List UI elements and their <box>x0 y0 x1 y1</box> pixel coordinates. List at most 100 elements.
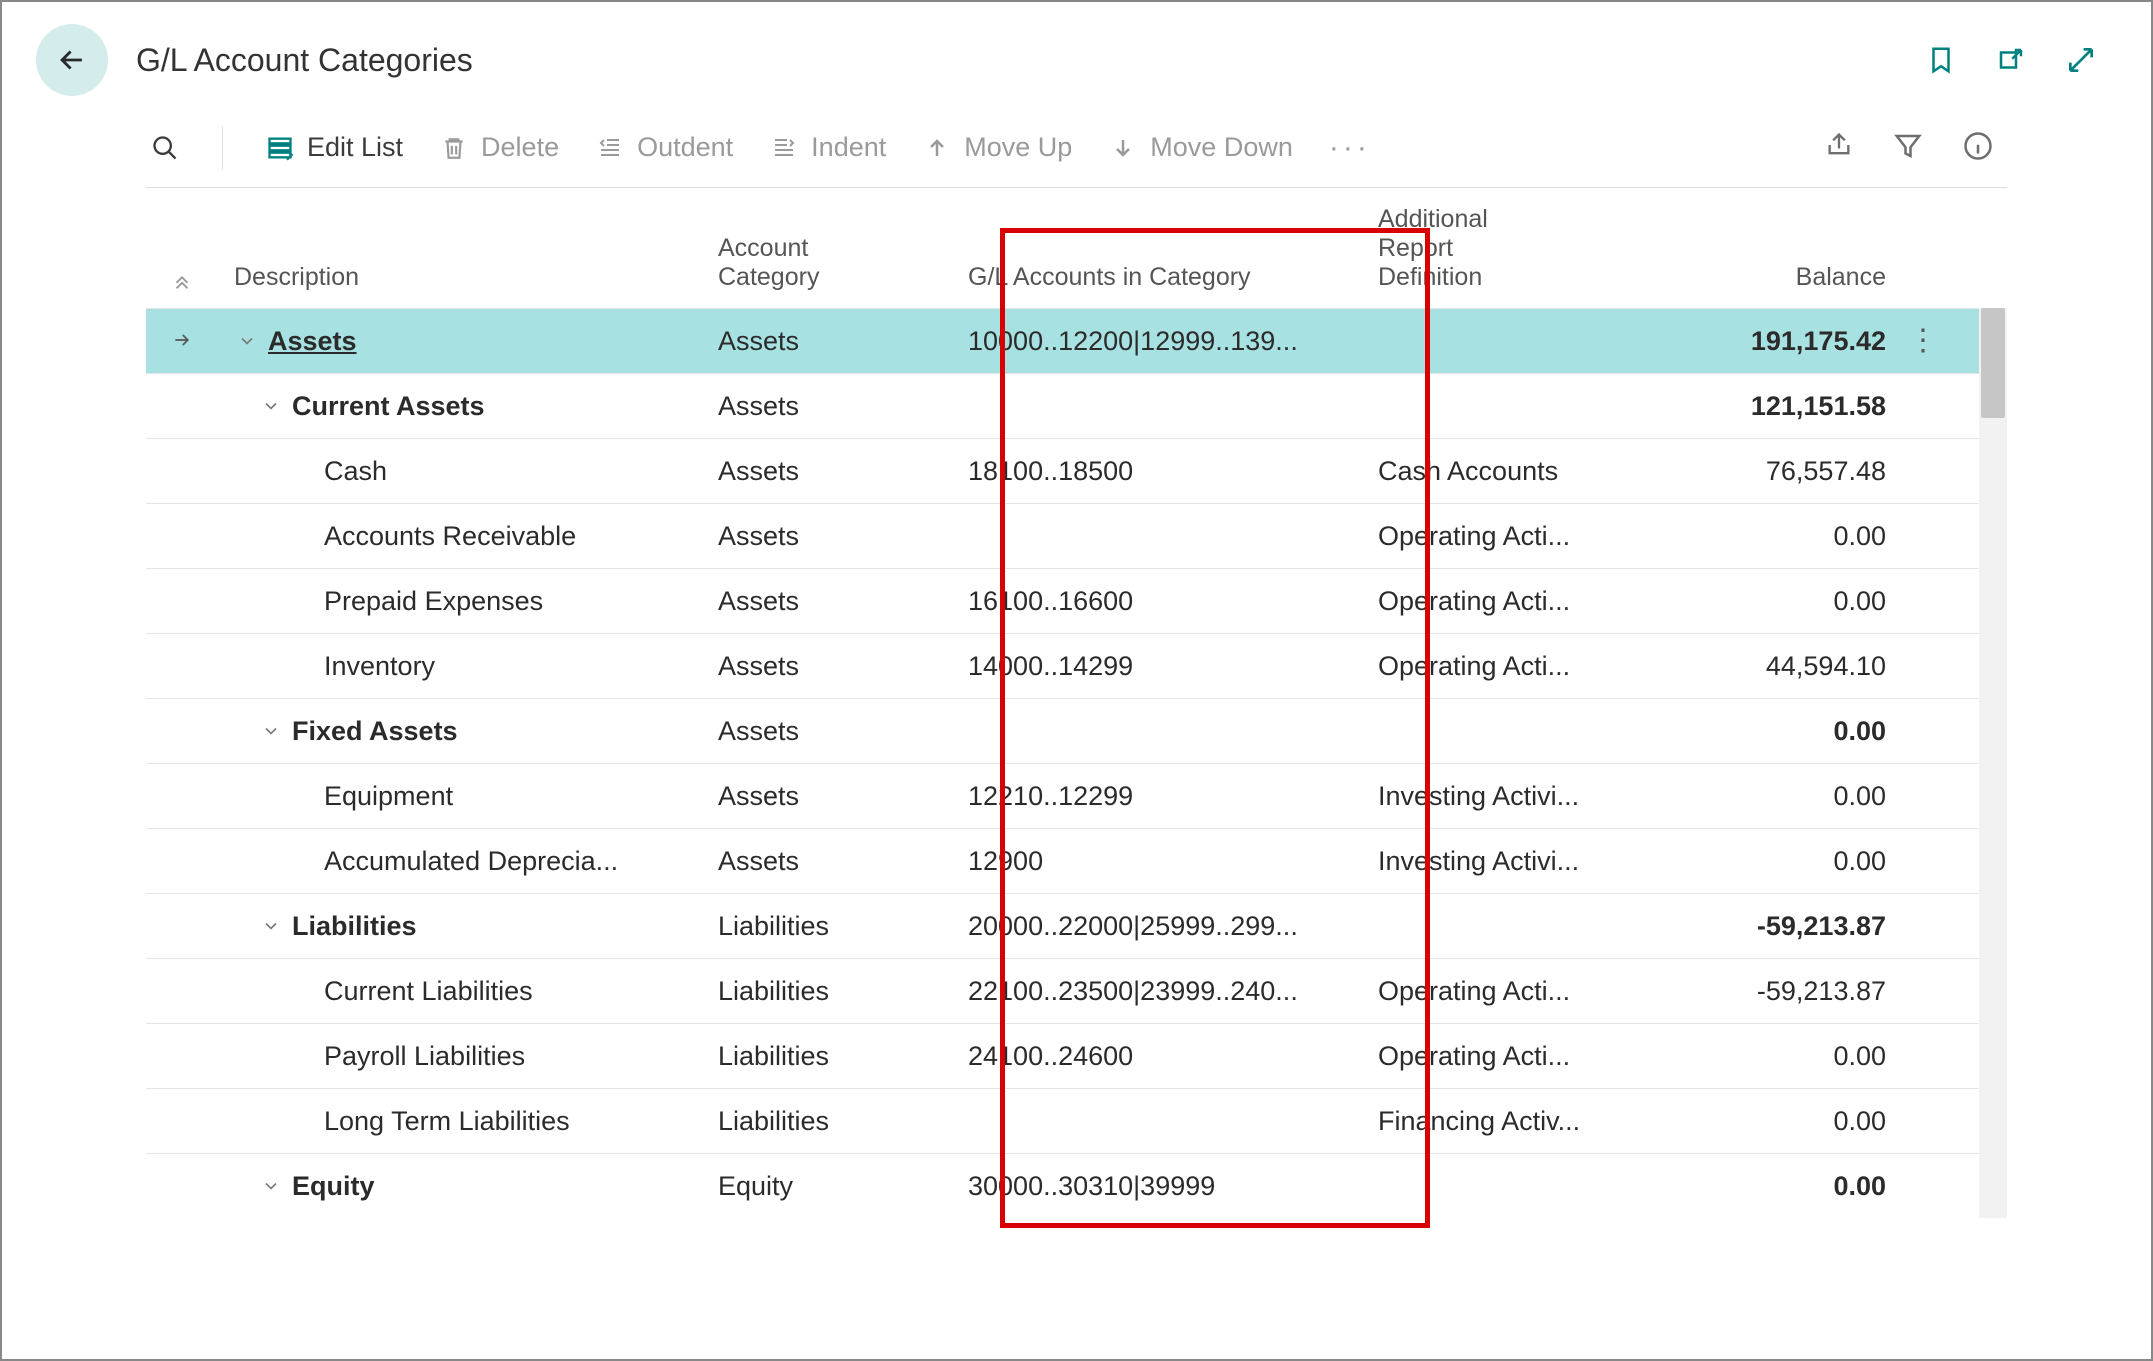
row-description: Liabilities <box>292 911 417 942</box>
row-balance: 0.00 <box>1638 1171 1898 1202</box>
table-row[interactable]: Payroll LiabilitiesLiabilities24100..246… <box>146 1023 1979 1088</box>
bookmark-button[interactable] <box>1923 42 1959 78</box>
row-description: Cash <box>324 456 387 487</box>
info-button[interactable] <box>1963 131 1997 165</box>
outdent-button[interactable]: Outdent <box>591 126 737 169</box>
popout-button[interactable] <box>1993 42 2029 78</box>
row-category: Liabilities <box>718 1106 968 1137</box>
chevron-down-icon[interactable] <box>258 396 284 416</box>
table-row[interactable]: Current Liabilities Liabilities22100..235… <box>146 958 1979 1023</box>
table-row[interactable]: LiabilitiesLiabilities20000..22000|25999… <box>146 893 1979 958</box>
table-row[interactable]: AssetsAssets10000..12200|12999..139...19… <box>146 308 1979 373</box>
row-balance: 0.00 <box>1638 781 1898 812</box>
edit-list-label: Edit List <box>307 132 403 163</box>
more-actions-button[interactable]: ··· <box>1325 125 1375 171</box>
row-description: Payroll Liabilities <box>324 1041 525 1072</box>
table-row[interactable]: CashAssets18100..18500Cash Accounts76,55… <box>146 438 1979 503</box>
row-additional: Operating Acti... <box>1378 976 1638 1007</box>
move-up-label: Move Up <box>964 132 1072 163</box>
col-additional[interactable]: Additional Report Definition <box>1378 205 1638 292</box>
row-description: Current Liabilities <box>324 976 533 1007</box>
expand-button[interactable] <box>2063 42 2099 78</box>
chevron-down-icon[interactable] <box>234 331 260 351</box>
row-category: Liabilities <box>718 976 968 1007</box>
filter-button[interactable] <box>1893 131 1927 165</box>
row-category: Assets <box>718 716 968 747</box>
data-grid: Description Account Category G/L Account… <box>146 188 1979 1218</box>
vertical-scrollbar[interactable] <box>1979 308 2007 1218</box>
row-balance: 0.00 <box>1638 1041 1898 1072</box>
search-button[interactable] <box>146 127 184 169</box>
row-gl-accounts: 12210..12299 <box>968 781 1378 812</box>
row-gl-accounts: 18100..18500 <box>968 456 1378 487</box>
edit-list-icon <box>265 133 295 163</box>
row-gl-accounts: 20000..22000|25999..299... <box>968 911 1378 942</box>
back-button[interactable] <box>36 24 108 96</box>
divider <box>222 126 223 170</box>
info-icon <box>1963 131 1993 161</box>
row-gl-accounts: 12900 <box>968 846 1378 877</box>
row-balance: 44,594.10 <box>1638 651 1898 682</box>
table-row[interactable]: Accumulated Deprecia...Assets12900Invest… <box>146 828 1979 893</box>
row-balance: 76,557.48 <box>1638 456 1898 487</box>
indent-icon <box>769 133 799 163</box>
filter-icon <box>1893 131 1923 161</box>
row-gl-accounts: 30000..30310|39999 <box>968 1171 1378 1202</box>
page-title: G/L Account Categories <box>136 42 1923 79</box>
row-balance: 0.00 <box>1638 586 1898 617</box>
row-balance: 0.00 <box>1638 1106 1898 1137</box>
move-down-label: Move Down <box>1150 132 1293 163</box>
share-button[interactable] <box>1823 131 1857 165</box>
row-description: Prepaid Expenses <box>324 586 543 617</box>
row-description: Accounts Receivable <box>324 521 576 552</box>
chevron-down-icon[interactable] <box>258 916 284 936</box>
col-description[interactable]: Description <box>218 263 718 292</box>
row-gl-accounts: 22100..23500|23999..240... <box>968 976 1378 1007</box>
row-category: Assets <box>718 326 968 357</box>
table-row[interactable]: Prepaid ExpensesAssets16100..16600Operat… <box>146 568 1979 633</box>
table-row[interactable]: Accounts ReceivableAssetsOperating Acti.… <box>146 503 1979 568</box>
row-gl-accounts: 24100..24600 <box>968 1041 1378 1072</box>
indent-button[interactable]: Indent <box>765 126 890 169</box>
chevron-down-icon[interactable] <box>258 721 284 741</box>
row-additional: Operating Acti... <box>1378 651 1638 682</box>
col-gl-accounts[interactable]: G/L Accounts in Category <box>968 263 1378 292</box>
indent-label: Indent <box>811 132 886 163</box>
outdent-icon <box>595 133 625 163</box>
row-balance: 191,175.42 <box>1638 326 1898 357</box>
table-row[interactable]: Current AssetsAssets121,151.58 <box>146 373 1979 438</box>
action-bar: Edit List Delete Outdent Indent <box>146 108 2007 188</box>
title-bar: G/L Account Categories <box>16 12 2137 108</box>
row-gl-accounts: 10000..12200|12999..139... <box>968 326 1378 357</box>
row-description: Long Term Liabilities <box>324 1106 570 1137</box>
col-balance[interactable]: Balance <box>1638 263 1898 292</box>
move-down-button[interactable]: Move Down <box>1104 126 1297 169</box>
collapse-all-button[interactable] <box>146 270 218 292</box>
row-more-button[interactable]: ⋮ <box>1898 332 1948 350</box>
row-category: Assets <box>718 586 968 617</box>
row-description: Fixed Assets <box>292 716 458 747</box>
row-indicator-icon <box>169 326 195 357</box>
row-description[interactable]: Assets <box>268 326 357 357</box>
table-row[interactable]: InventoryAssets14000..14299Operating Act… <box>146 633 1979 698</box>
edit-list-button[interactable]: Edit List <box>261 126 407 169</box>
row-balance: 0.00 <box>1638 846 1898 877</box>
table-row[interactable]: EquityEquity30000..30310|399990.00 <box>146 1153 1979 1218</box>
table-row[interactable]: Fixed AssetsAssets0.00 <box>146 698 1979 763</box>
chevron-down-icon[interactable] <box>258 1176 284 1196</box>
row-additional: Operating Acti... <box>1378 1041 1638 1072</box>
row-category: Assets <box>718 391 968 422</box>
delete-button[interactable]: Delete <box>435 126 563 169</box>
row-description: Equipment <box>324 781 453 812</box>
search-icon <box>150 133 180 163</box>
row-category: Assets <box>718 456 968 487</box>
table-row[interactable]: EquipmentAssets12210..12299Investing Act… <box>146 763 1979 828</box>
popout-icon <box>1994 45 2028 75</box>
move-up-button[interactable]: Move Up <box>918 126 1076 169</box>
col-account-category[interactable]: Account Category <box>718 234 968 292</box>
expand-icon <box>2065 44 2097 76</box>
scrollbar-thumb[interactable] <box>1981 308 2005 418</box>
share-icon <box>1823 131 1855 159</box>
table-row[interactable]: Long Term LiabilitiesLiabilitiesFinancin… <box>146 1088 1979 1153</box>
outdent-label: Outdent <box>637 132 733 163</box>
